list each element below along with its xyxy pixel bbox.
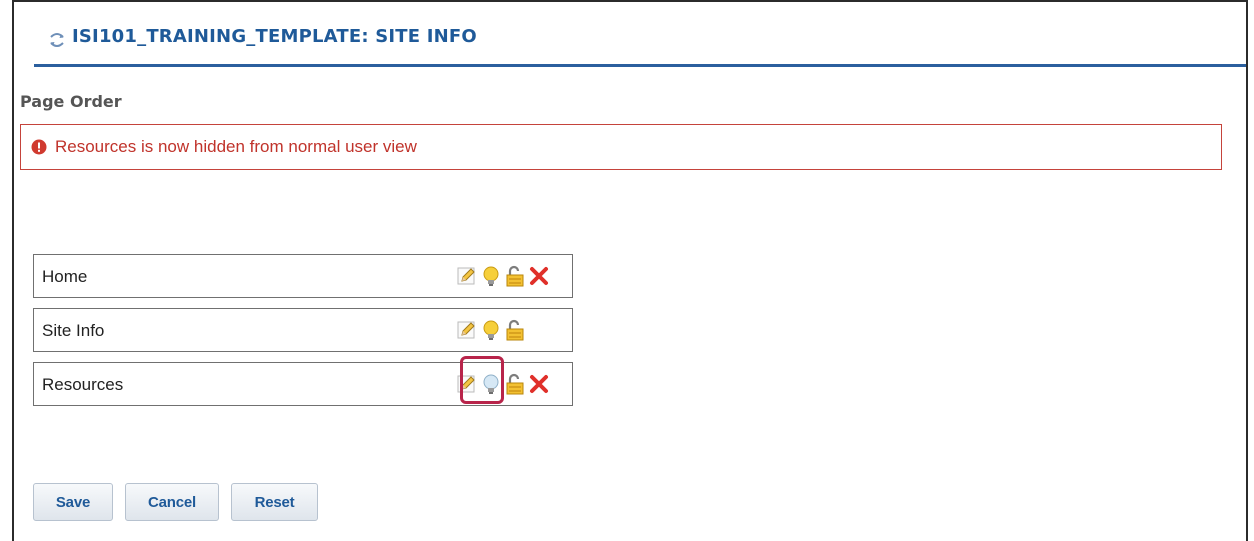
edit-pencil-icon[interactable] bbox=[456, 373, 478, 395]
unlocked-padlock-icon[interactable] bbox=[504, 373, 526, 395]
page-header: ISI101_TRAINING_TEMPLATE: SITE INFO bbox=[34, 24, 1246, 67]
delete-x-icon[interactable] bbox=[528, 373, 550, 395]
reset-button[interactable]: Reset bbox=[231, 483, 318, 521]
delete-x-icon[interactable] bbox=[528, 265, 550, 287]
unlocked-padlock-icon[interactable] bbox=[504, 319, 526, 341]
page-label: Site Info bbox=[42, 321, 105, 340]
page-label: Home bbox=[42, 267, 88, 286]
edit-pencil-icon[interactable] bbox=[456, 265, 478, 287]
cancel-button[interactable]: Cancel bbox=[125, 483, 219, 521]
alert-text: Resources is now hidden from normal user… bbox=[55, 137, 417, 156]
section-title: Page Order bbox=[20, 92, 122, 111]
sync-arrows-icon bbox=[48, 31, 66, 49]
page-row-home: Home bbox=[33, 254, 573, 298]
lightbulb-visible-icon[interactable] bbox=[480, 265, 502, 287]
lightbulb-hidden-icon[interactable] bbox=[480, 373, 502, 395]
page-row-site-info: Site Info bbox=[33, 308, 573, 352]
save-button[interactable]: Save bbox=[33, 483, 113, 521]
page-title: ISI101_TRAINING_TEMPLATE: SITE INFO bbox=[72, 26, 477, 47]
alert-circle-icon bbox=[31, 139, 47, 155]
page-label: Resources bbox=[42, 375, 124, 394]
page-row-resources: Resources bbox=[33, 362, 573, 406]
unlocked-padlock-icon[interactable] bbox=[504, 265, 526, 287]
edit-pencil-icon[interactable] bbox=[456, 319, 478, 341]
alert-message: Resources is now hidden from normal user… bbox=[20, 124, 1222, 170]
lightbulb-visible-icon[interactable] bbox=[480, 319, 502, 341]
